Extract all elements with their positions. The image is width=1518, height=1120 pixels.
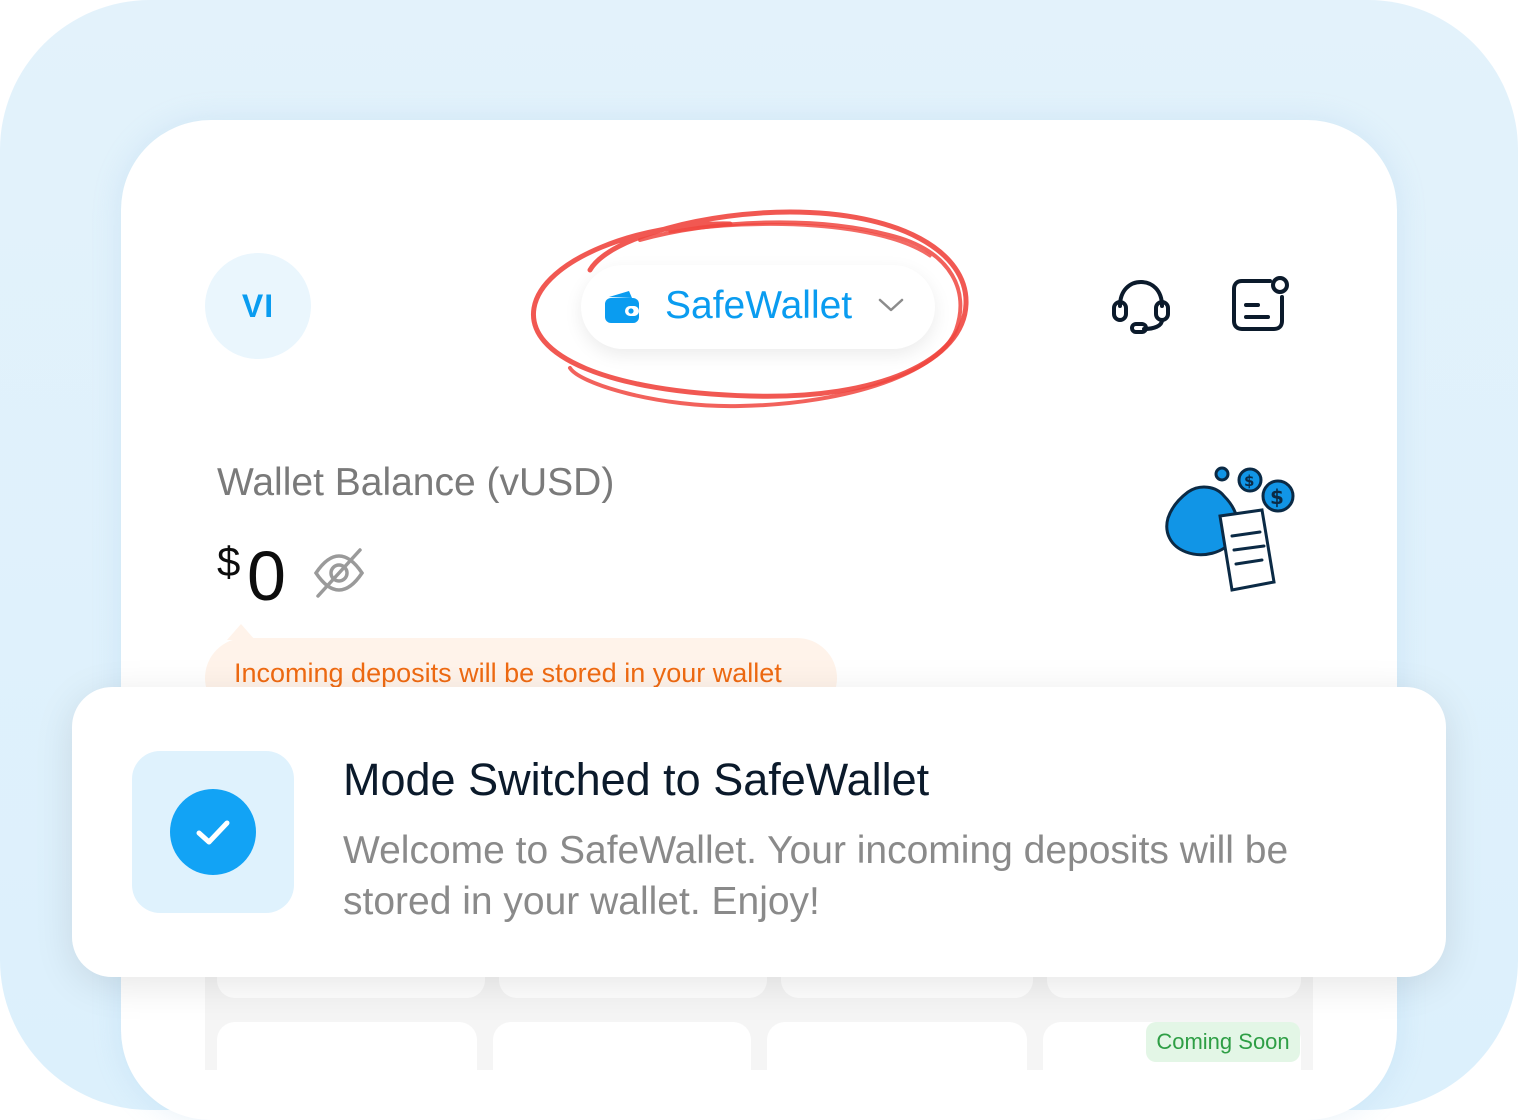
notes-icon[interactable] xyxy=(1228,275,1292,335)
money-bag-illustration: $ $ xyxy=(1165,466,1295,592)
toast-title: Mode Switched to SafeWallet xyxy=(343,754,930,805)
check-icon xyxy=(196,820,230,845)
mode-selector-dropdown[interactable]: SafeWallet xyxy=(581,265,935,349)
grid-tile[interactable] xyxy=(493,1022,751,1102)
svg-text:$: $ xyxy=(1270,485,1284,509)
toast-icon-tile xyxy=(132,751,294,913)
coming-soon-badge: Coming Soon xyxy=(1146,1022,1300,1062)
grid-tile[interactable] xyxy=(217,1022,477,1102)
grid-tile[interactable] xyxy=(767,1022,1027,1102)
headset-icon[interactable] xyxy=(1110,276,1172,336)
avatar[interactable]: VI xyxy=(205,253,311,359)
banner-tail xyxy=(227,624,255,640)
balance-amount: 0 xyxy=(247,537,286,615)
wallet-balance-label: Wallet Balance (vUSD) xyxy=(217,461,615,504)
mode-switched-toast: Mode Switched to SafeWallet Welcome to S… xyxy=(72,687,1446,977)
mode-selector-label: SafeWallet xyxy=(665,284,853,327)
deposit-info-text: Incoming deposits will be stored in your… xyxy=(234,658,782,688)
avatar-initials: VI xyxy=(241,287,275,324)
chevron-down-icon xyxy=(878,298,904,312)
currency-symbol: $ xyxy=(217,538,241,585)
check-circle xyxy=(170,789,256,875)
toast-message: Welcome to SafeWallet. Your incoming dep… xyxy=(343,829,1289,923)
svg-text:$: $ xyxy=(1244,472,1254,490)
wallet-icon xyxy=(605,291,639,323)
eye-off-icon[interactable] xyxy=(310,544,368,602)
